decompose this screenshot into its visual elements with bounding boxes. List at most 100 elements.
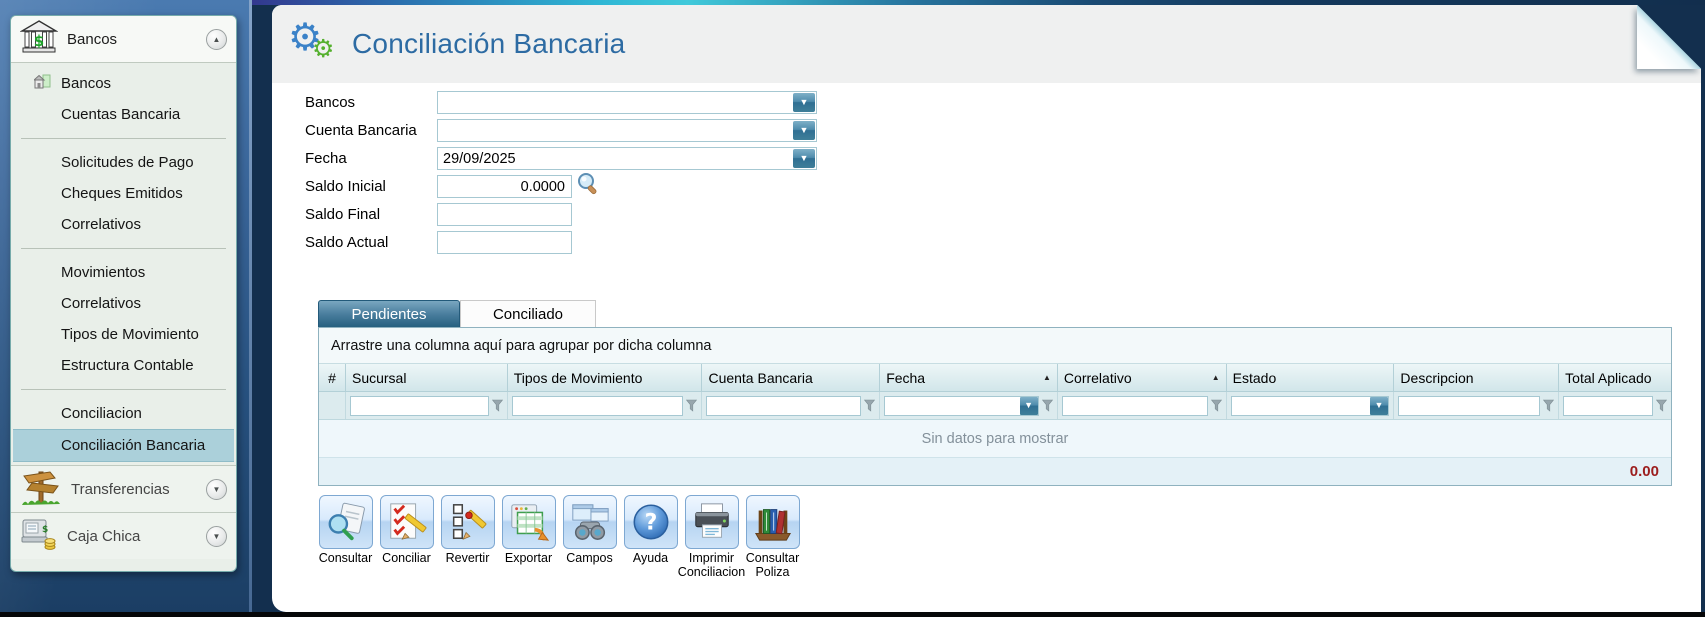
filter-select-fecha[interactable]: ▼ xyxy=(884,396,1038,416)
saldo-actual-label: Saldo Actual xyxy=(305,234,437,251)
sidebar-item-conciliacion-bancaria[interactable]: Conciliación Bancaria xyxy=(13,429,234,462)
filter-funnel-icon[interactable] xyxy=(1211,399,1222,412)
sidebar-item-label: Correlativos xyxy=(61,216,141,233)
sidebar-item-label: Cuentas Bancaria xyxy=(61,106,180,123)
grid-filter-row: ▼ ▼ xyxy=(319,392,1671,420)
sidebar-separator xyxy=(21,389,226,390)
sidebar-item-label: Conciliación Bancaria xyxy=(61,437,205,454)
filter-funnel-icon[interactable] xyxy=(1543,399,1554,412)
sidebar-item-label: Correlativos xyxy=(61,295,141,312)
bottom-edge xyxy=(0,612,1705,617)
filter-input-correlativo[interactable] xyxy=(1062,396,1208,416)
sidebar-item-label: Bancos xyxy=(61,75,111,92)
data-grid: Arrastre una columna aquí para agrupar p… xyxy=(318,327,1672,486)
sidebar-item-correlativos-1[interactable]: Correlativos xyxy=(11,209,236,240)
cuenta-bancaria-select[interactable]: ▼ xyxy=(437,119,817,142)
consultar-poliza-button[interactable]: Consultar Poliza xyxy=(745,495,800,580)
sidebar-item-cuentas-bancaria[interactable]: Cuentas Bancaria xyxy=(11,99,236,130)
campos-button[interactable]: Campos xyxy=(562,495,617,580)
tab-pendientes[interactable]: Pendientes xyxy=(318,300,460,327)
sidebar-item-label: Tipos de Movimiento xyxy=(61,326,199,343)
filter-select-estado[interactable]: ▼ xyxy=(1231,396,1389,416)
bank-small-icon xyxy=(34,74,51,94)
collapse-down-icon[interactable]: ▼ xyxy=(206,479,227,500)
filter-funnel-icon[interactable] xyxy=(1656,399,1667,412)
filter-input-cuenta-bancaria[interactable] xyxy=(706,396,861,416)
filter-cell-estado: ▼ xyxy=(1227,392,1394,419)
saldo-final-input[interactable] xyxy=(437,203,572,226)
filter-funnel-icon[interactable] xyxy=(492,399,503,412)
collapse-down-icon[interactable]: ▼ xyxy=(206,526,227,547)
filter-funnel-icon[interactable] xyxy=(686,399,697,412)
sidebar-group-caja-chica[interactable]: $ Caja Chica ▼ xyxy=(11,512,236,559)
bank-icon: $ xyxy=(20,20,58,59)
filter-input-tipos-de-movimiento[interactable] xyxy=(512,396,683,416)
column-header-total-aplicado[interactable]: Total Aplicado xyxy=(1559,364,1671,391)
sidebar-separator xyxy=(21,138,226,139)
page-fold-corner xyxy=(1637,5,1701,69)
column-header-correlativo[interactable]: Correlativo▲ xyxy=(1058,364,1227,391)
sidebar-item-bancos[interactable]: Bancos xyxy=(11,68,236,99)
column-label: Fecha xyxy=(886,370,925,386)
saldo-actual-input[interactable] xyxy=(437,231,572,254)
filter-funnel-icon[interactable] xyxy=(864,399,875,412)
sidebar-item-label: Conciliacion xyxy=(61,405,142,422)
column-header-tipos-de-movimiento[interactable]: Tipos de Movimiento xyxy=(508,364,703,391)
sidebar-item-movimientos[interactable]: Movimientos xyxy=(11,257,236,288)
consultar-button[interactable]: Consultar xyxy=(318,495,373,580)
bancos-select-input[interactable] xyxy=(438,92,816,113)
filter-cell-total-aplicado xyxy=(1559,392,1671,419)
sidebar-item-estructura-contable[interactable]: Estructura Contable xyxy=(11,350,236,381)
filter-cell-correlativo xyxy=(1058,392,1227,419)
column-header-cuenta-bancaria[interactable]: Cuenta Bancaria xyxy=(702,364,880,391)
column-header-fecha[interactable]: Fecha▲ xyxy=(880,364,1058,391)
sidebar-separator xyxy=(21,248,226,249)
bancos-select[interactable]: ▼ xyxy=(437,91,817,114)
saldo-inicial-label: Saldo Inicial xyxy=(305,178,437,195)
column-header-descripcion[interactable]: Descripcion xyxy=(1394,364,1559,391)
revertir-button[interactable]: Revertir xyxy=(440,495,495,580)
chevron-down-icon[interactable]: ▼ xyxy=(793,149,815,168)
tab-conciliado[interactable]: Conciliado xyxy=(460,300,596,327)
chevron-down-icon[interactable]: ▼ xyxy=(793,93,815,112)
collapse-up-icon[interactable]: ▲ xyxy=(206,29,227,50)
filter-funnel-icon[interactable] xyxy=(1042,399,1053,412)
sidebar-item-correlativos-2[interactable]: Correlativos xyxy=(11,288,236,319)
action-toolbar: Consultar Conciliar xyxy=(318,495,800,580)
fecha-datepicker[interactable]: ▼ xyxy=(437,147,817,170)
chevron-down-icon[interactable]: ▼ xyxy=(1020,397,1038,415)
sidebar-item-cheques-emitidos[interactable]: Cheques Emitidos xyxy=(11,178,236,209)
magnifier-icon[interactable] xyxy=(576,172,600,201)
column-header-sucursal[interactable]: Sucursal xyxy=(346,364,508,391)
exportar-icon xyxy=(502,495,556,549)
chevron-down-icon[interactable]: ▼ xyxy=(1370,397,1388,415)
saldo-inicial-input[interactable] xyxy=(437,175,572,198)
filter-input-sucursal[interactable] xyxy=(350,396,489,416)
sidebar-group-bancos[interactable]: $ Bancos ▲ xyxy=(11,16,236,63)
exportar-button[interactable]: Exportar xyxy=(501,495,556,580)
tab-strip: Pendientes Conciliado xyxy=(318,300,596,327)
column-header-num[interactable]: # xyxy=(319,364,346,391)
cuenta-bancaria-select-input[interactable] xyxy=(438,120,816,141)
sidebar-item-conciliacion[interactable]: Conciliacion xyxy=(11,398,236,429)
total-aplicado-value: 0.00 xyxy=(1630,463,1659,480)
grid-empty-message: Sin datos para mostrar xyxy=(319,420,1671,458)
signpost-icon xyxy=(20,467,62,512)
filter-input-total-aplicado[interactable] xyxy=(1563,396,1653,416)
fecha-input[interactable] xyxy=(438,148,816,169)
sidebar-item-tipos-de-movimiento[interactable]: Tipos de Movimiento xyxy=(11,319,236,350)
grid-total-row: 0.00 xyxy=(319,458,1671,485)
column-header-estado[interactable]: Estado xyxy=(1227,364,1395,391)
svg-text:$: $ xyxy=(42,525,48,535)
conciliar-button[interactable]: Conciliar xyxy=(379,495,434,580)
group-by-bar[interactable]: Arrastre una columna aquí para agrupar p… xyxy=(319,328,1671,364)
printer-icon xyxy=(685,495,739,549)
filter-input-descripcion[interactable] xyxy=(1398,396,1540,416)
chevron-down-icon[interactable]: ▼ xyxy=(793,121,815,140)
ayuda-icon: ? xyxy=(624,495,678,549)
sidebar-group-transferencias[interactable]: Transferencias ▼ xyxy=(11,465,236,512)
sidebar-item-label: Estructura Contable xyxy=(61,357,194,374)
filters-form: Bancos ▼ Cuenta Bancaria ▼ Fecha ▼ xyxy=(305,91,817,259)
svg-text:$: $ xyxy=(34,32,44,50)
sidebar-item-solicitudes-de-pago[interactable]: Solicitudes de Pago xyxy=(11,147,236,178)
